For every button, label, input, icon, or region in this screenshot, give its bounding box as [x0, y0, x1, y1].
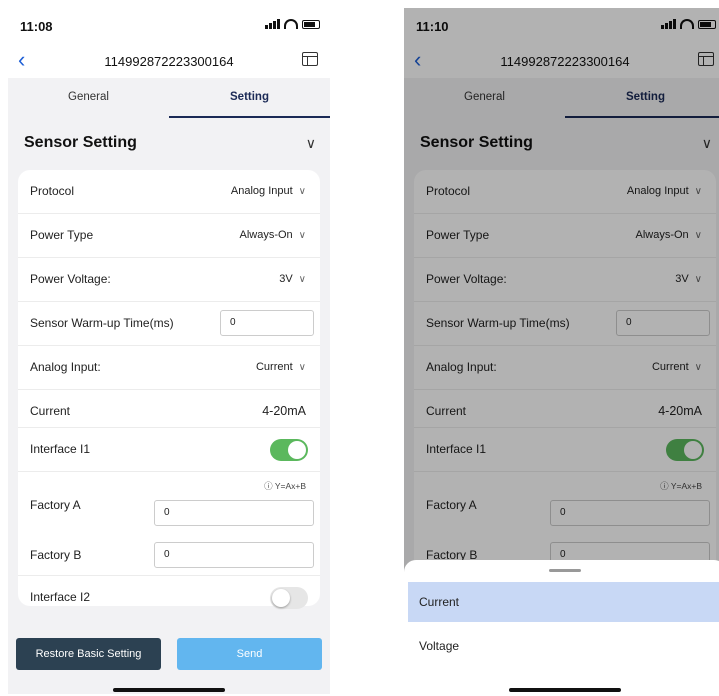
chevron-down-icon: ∨: [298, 230, 306, 241]
warmup-input[interactable]: 0: [220, 310, 314, 336]
factory-a-input[interactable]: 0: [154, 500, 314, 526]
power-type-row[interactable]: Power Type Always-On ∨: [18, 214, 320, 258]
chevron-down-icon: ∨: [298, 186, 306, 197]
picker-option-voltage[interactable]: Voltage: [408, 626, 719, 666]
status-bar: 11:08: [8, 8, 330, 44]
current-row: Current 4-20mA: [18, 390, 320, 428]
wifi-icon: [284, 19, 298, 29]
sheet-drag-handle[interactable]: [549, 569, 581, 572]
chevron-down-icon: ∨: [298, 362, 306, 373]
help-icon: ⓘ: [264, 481, 275, 491]
home-indicator: [113, 688, 225, 692]
factory-b-input[interactable]: 0: [154, 542, 314, 568]
power-type-value: Always-On: [239, 229, 293, 241]
interface-i2-toggle[interactable]: [270, 587, 308, 609]
settings-card: Protocol Analog Input ∨ Power Type Always…: [18, 170, 320, 609]
analog-input-picker-sheet: Current Voltage: [404, 560, 719, 694]
send-button[interactable]: Send: [177, 638, 322, 670]
formula-hint: Y=Ax+B: [274, 481, 306, 491]
tab-bar: General Setting: [8, 78, 330, 118]
screen-setting: 11:08 ‹ 114992872223300164 General Setti…: [8, 8, 330, 694]
factory-a-row: ⓘ Y=Ax+B Factory A 0: [18, 472, 320, 536]
tab-setting[interactable]: Setting: [169, 78, 330, 118]
nav-bar: ‹ 114992872223300164: [8, 44, 330, 78]
screen-analog-picker: 11:10 ‹ 114992872223300164 General Setti…: [404, 8, 719, 694]
interface-i1-toggle[interactable]: [270, 439, 308, 461]
section-title: Sensor Setting: [24, 134, 137, 151]
restore-basic-setting-button[interactable]: Restore Basic Setting: [16, 638, 161, 670]
signal-icon: [265, 19, 280, 29]
current-value: 4-20mA: [262, 404, 306, 418]
power-voltage-value: 3V: [279, 273, 293, 285]
table-icon[interactable]: [302, 52, 318, 66]
analog-input-row[interactable]: Analog Input: Current ∨: [18, 346, 320, 390]
interface-i1-row: Interface I1: [18, 428, 320, 472]
protocol-value: Analog Input: [230, 185, 293, 197]
picker-option-current[interactable]: Current: [408, 582, 719, 622]
protocol-row[interactable]: Protocol Analog Input ∨: [18, 170, 320, 214]
battery-icon: [302, 19, 320, 29]
home-indicator: [509, 688, 621, 692]
factory-b-row: Factory B 0: [18, 536, 320, 576]
interface-i2-row: Interface I2: [18, 576, 320, 620]
status-time: 11:08: [20, 19, 53, 34]
power-voltage-row[interactable]: Power Voltage: 3V ∨: [18, 258, 320, 302]
section-collapse-icon[interactable]: ∨: [306, 135, 316, 152]
analog-input-value: Current: [255, 361, 293, 373]
tab-general[interactable]: General: [8, 78, 169, 118]
chevron-down-icon: ∨: [298, 274, 306, 285]
device-title: 114992872223300164: [104, 54, 234, 69]
warmup-row: Sensor Warm-up Time(ms) 0: [18, 302, 320, 346]
